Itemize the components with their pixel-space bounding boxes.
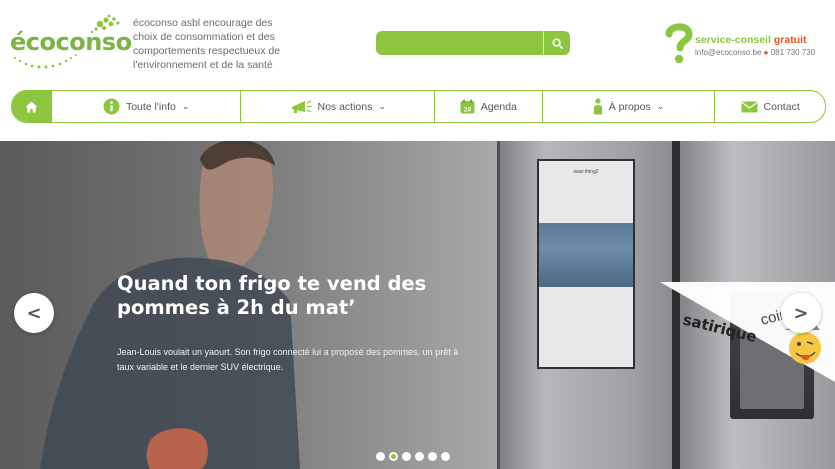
fridge-screen-brand: wasi thing2 xyxy=(573,169,599,175)
search-bar xyxy=(376,31,570,55)
logo-wordmark: écoconso xyxy=(10,28,132,56)
slider-dot[interactable] xyxy=(428,452,437,461)
chevron-down-icon: ⌄ xyxy=(656,101,665,111)
slider-pagination xyxy=(376,452,450,461)
chevron-down-icon: ⌄ xyxy=(181,101,190,111)
nav-home-button[interactable] xyxy=(12,91,51,122)
service-phone[interactable]: 081 730 730 xyxy=(771,48,816,57)
calendar-icon: 20 xyxy=(460,99,475,114)
slider-dot[interactable] xyxy=(441,452,450,461)
hero-slider: wasi thing2 coin satirique Quand ton fri… xyxy=(0,141,835,469)
site-header: écoconso écoconso asbl encourage des cho… xyxy=(0,0,835,86)
slider-next-button[interactable]: > xyxy=(781,293,821,333)
slider-prev-button[interactable]: < xyxy=(14,293,54,333)
fridge-screen: wasi thing2 xyxy=(537,159,635,369)
service-title: service-conseil gratuit xyxy=(695,34,807,46)
slider-dot[interactable] xyxy=(389,452,398,461)
chevron-left-icon: < xyxy=(26,302,42,324)
fridge-edge xyxy=(497,141,500,469)
search-input[interactable] xyxy=(376,32,543,54)
service-email[interactable]: info@ecoconso.be xyxy=(695,48,761,57)
info-icon xyxy=(103,98,120,115)
phone-icon: ● xyxy=(763,48,769,57)
search-button[interactable] xyxy=(543,31,570,55)
nav-item-label: À propos xyxy=(608,100,651,113)
nav-item-label: Nos actions xyxy=(317,100,373,113)
fridge-screen-image xyxy=(539,223,633,287)
question-mark-icon xyxy=(665,23,693,64)
megaphone-icon xyxy=(291,100,311,113)
slider-dot[interactable] xyxy=(415,452,424,461)
slider-dot[interactable] xyxy=(376,452,385,461)
chevron-right-icon: > xyxy=(793,302,809,324)
nav-item-contact[interactable]: Contact xyxy=(714,91,825,122)
chevron-down-icon: ⌄ xyxy=(378,101,386,111)
search-icon xyxy=(551,37,563,49)
hero-description: Jean-Louis voulait un yaourt. Son frigo … xyxy=(117,347,459,372)
home-icon xyxy=(25,101,38,112)
envelope-icon xyxy=(741,101,758,112)
service-contact: info@ecoconso.be ● 081 730 730 xyxy=(695,48,815,57)
nav-item-label: Contact xyxy=(763,100,800,113)
person-icon xyxy=(593,98,602,115)
site-tagline: écoconso asbl encourage des choix de con… xyxy=(133,17,281,71)
service-conseil-block[interactable]: service-conseil gratuit info@ecoconso.be… xyxy=(663,22,828,66)
hero-title[interactable]: Quand ton frigo te vend des pommes à 2h … xyxy=(117,272,447,320)
nav-item-label: Toute l'info xyxy=(125,100,176,113)
nav-item-agenda[interactable]: 20 Agenda xyxy=(433,91,542,122)
nav-item-a-propos[interactable]: À propos ⌄ xyxy=(541,91,715,122)
nav-item-nos-actions[interactable]: Nos actions ⌄ xyxy=(240,91,434,122)
nav-item-label: Agenda xyxy=(480,100,517,113)
nav-item-toute-info[interactable]: Toute l'info ⌄ xyxy=(50,91,241,122)
main-navigation: Toute l'info ⌄ Nos actions ⌄ 20 Agenda À… xyxy=(11,90,826,123)
ecoconso-logo[interactable]: écoconso xyxy=(8,14,132,72)
slider-dot[interactable] xyxy=(402,452,411,461)
svg-text:20: 20 xyxy=(464,107,472,114)
